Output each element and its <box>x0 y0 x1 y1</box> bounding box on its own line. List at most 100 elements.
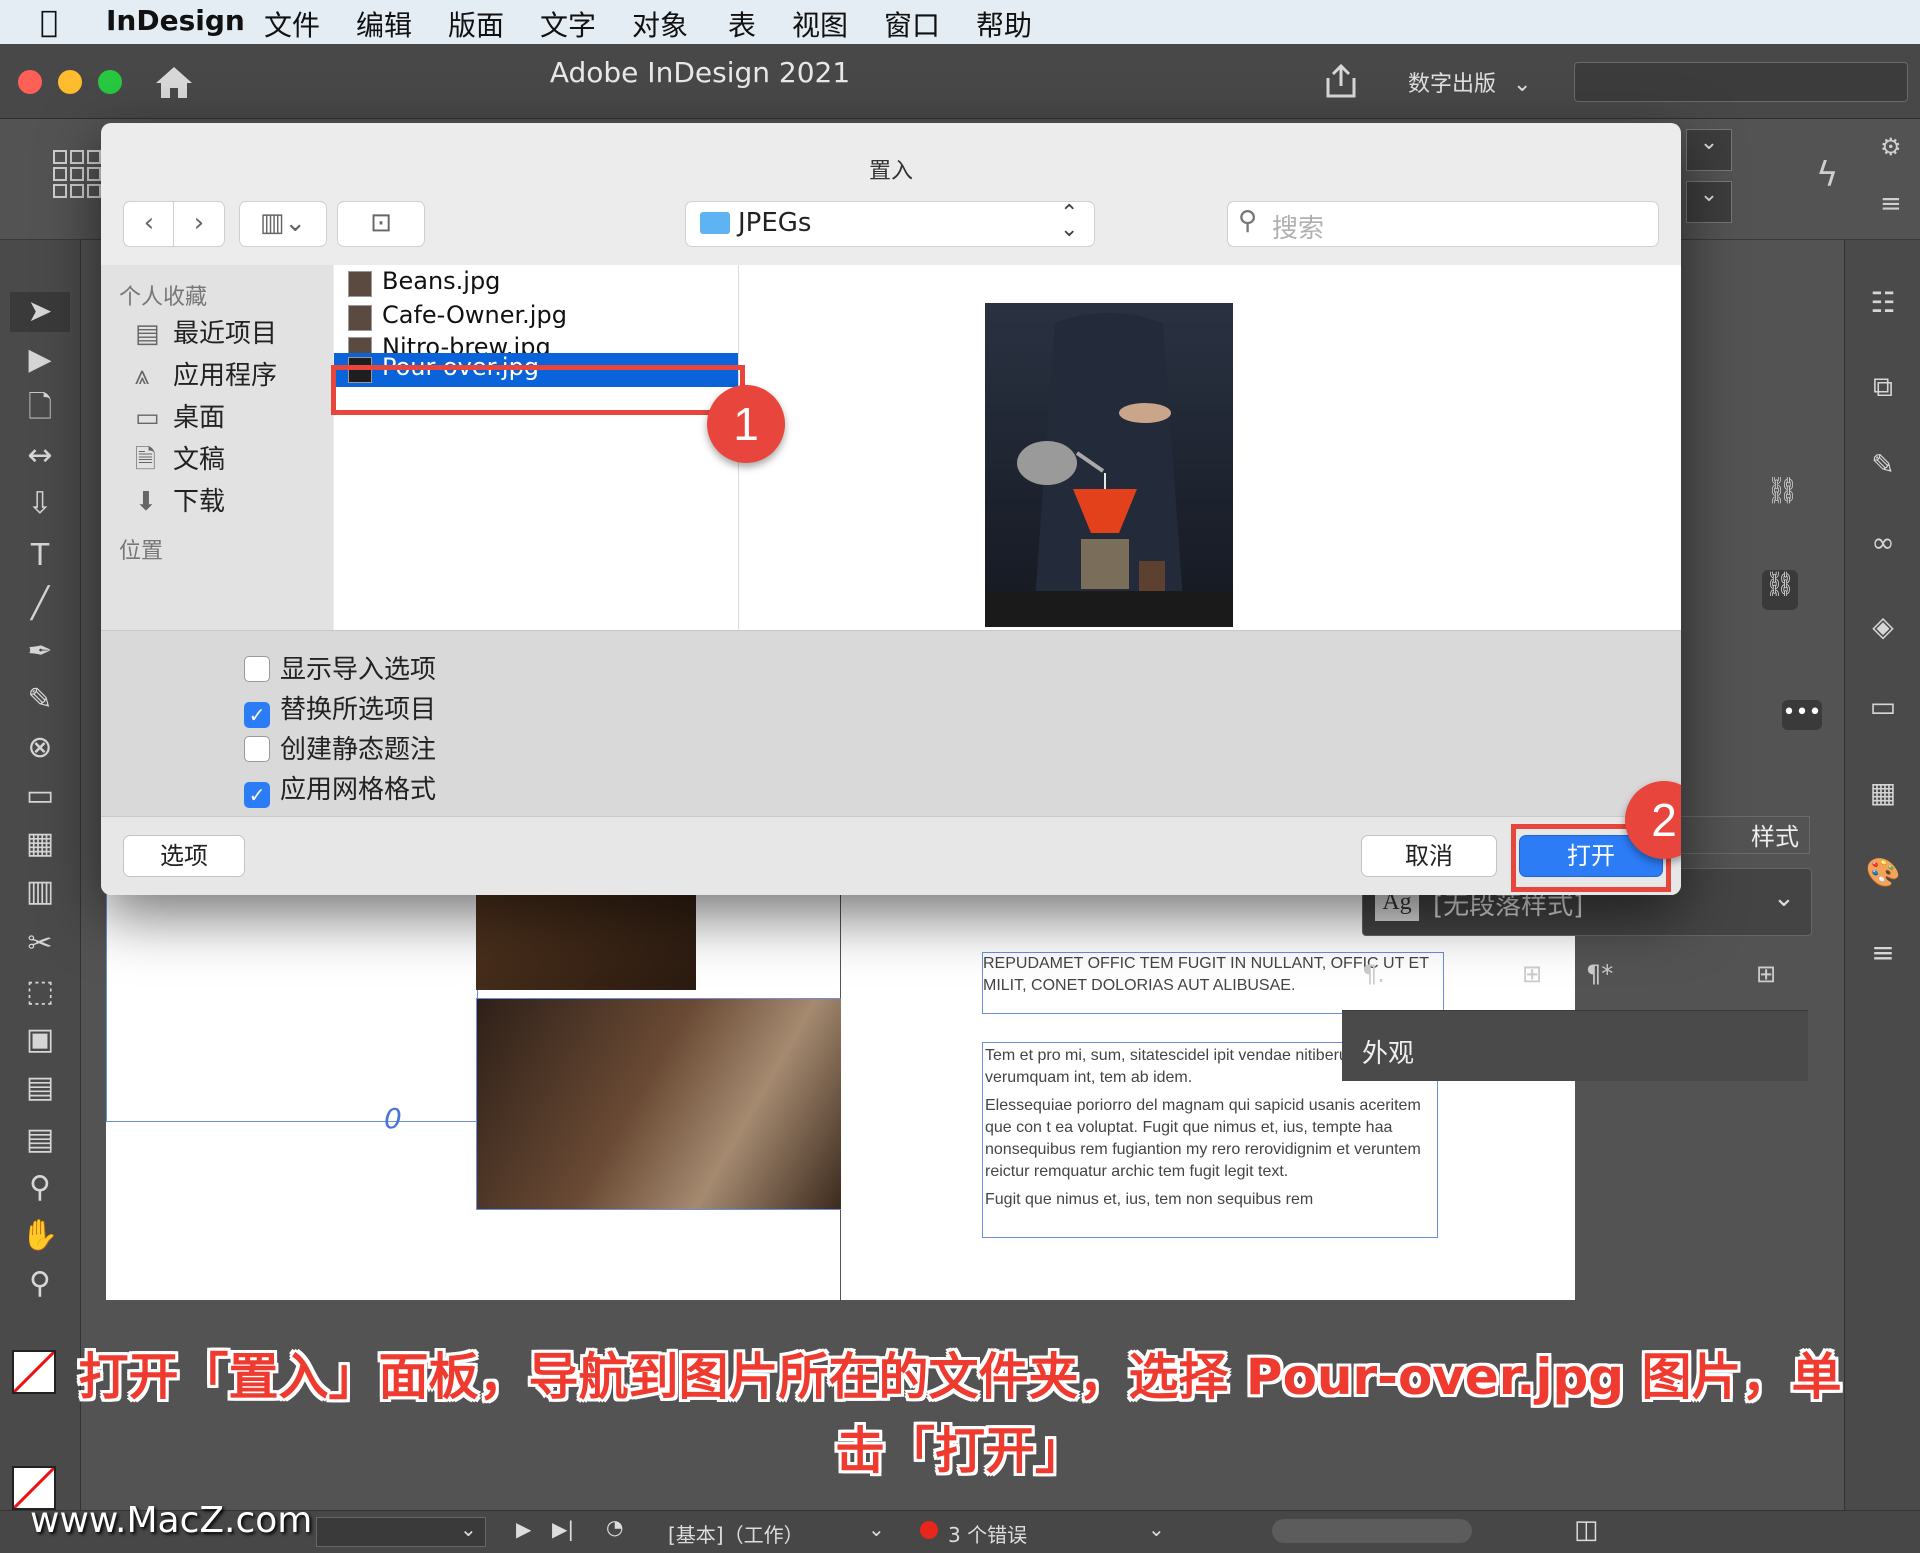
chevron-down-icon[interactable]: ⌄ <box>1148 1517 1165 1541</box>
scissors-tool-icon[interactable]: ✂ <box>10 924 70 964</box>
menu-file[interactable]: 文件 <box>264 4 320 44</box>
sidebar-item-label: 应用程序 <box>173 361 278 391</box>
no-fill-icon <box>12 1350 56 1394</box>
rectangle-tool-icon[interactable]: ▭ <box>10 776 70 816</box>
sidebar-item-applications[interactable]: ⩓ 应用程序 <box>135 355 277 393</box>
gear-icon[interactable]: ⚙ <box>1880 133 1902 161</box>
preflight-profile[interactable]: [基本]（工作） <box>668 1519 804 1548</box>
show-import-options-checkbox[interactable]: 显示导入选项 <box>244 649 436 685</box>
eyedropper-tool-icon[interactable]: ⚲ <box>10 1168 70 1208</box>
properties-icon[interactable]: ☷ <box>1863 286 1903 322</box>
replace-selected-checkbox[interactable]: ✓ 替换所选项目 <box>244 689 436 728</box>
table-tool-icon[interactable]: ▦ <box>10 824 70 864</box>
chevron-down-icon[interactable]: ⌄ <box>868 1517 885 1541</box>
new-folder-button[interactable]: ⊡ <box>337 201 425 247</box>
zoom-tool-icon[interactable]: ⚲ <box>10 1264 70 1304</box>
hand-tool-icon[interactable]: ✋ <box>10 1216 70 1256</box>
pencil-tool-icon[interactable]: ✎ <box>10 680 70 720</box>
menu-object[interactable]: 对象 <box>632 4 688 44</box>
paragraph-styles-icon[interactable]: ≡ <box>1863 936 1903 972</box>
checkbox-checked: ✓ <box>244 782 270 808</box>
note-tool-icon[interactable]: ▤ <box>10 1120 70 1160</box>
gap-tool-icon[interactable]: ↔ <box>10 436 70 476</box>
menu-help[interactable]: 帮助 <box>976 4 1032 44</box>
share-icon[interactable] <box>1322 62 1360 100</box>
menu-layout[interactable]: 版面 <box>448 4 504 44</box>
stroke-icon[interactable]: ▭ <box>1863 690 1903 726</box>
menu-app-name[interactable]: InDesign <box>106 4 245 37</box>
type-tool-icon[interactable]: T <box>10 536 70 576</box>
cancel-button[interactable]: 取消 <box>1361 835 1497 877</box>
lightning-icon[interactable]: ϟ <box>1816 155 1838 195</box>
style-tab[interactable]: 样式 <box>1670 816 1810 854</box>
back-button[interactable]: ‹ <box>123 201 175 247</box>
gradient-feather-tool-icon[interactable]: ▤ <box>10 1068 70 1108</box>
new-style-icon[interactable]: ⊞ <box>1522 960 1542 988</box>
content-collector-icon[interactable]: ⇩ <box>10 484 70 524</box>
menu-type[interactable]: 文字 <box>540 4 596 44</box>
reference-point-icon[interactable] <box>52 149 102 201</box>
error-count[interactable]: 3 个错误 <box>948 1519 1027 1548</box>
constrain-link-icon[interactable]: ⛓ <box>1762 570 1798 610</box>
apple-icon[interactable]:  <box>40 5 58 40</box>
create-static-captions-checkbox[interactable]: 创建静态题注 <box>244 729 436 765</box>
view-mode-button[interactable]: ▥⌄ <box>239 201 327 247</box>
direct-selection-tool-icon[interactable]: ▶ <box>10 340 70 380</box>
page-tool-icon[interactable]: 🗋 <box>10 388 70 428</box>
menu-edit[interactable]: 编辑 <box>356 4 412 44</box>
pages-icon[interactable]: ⧉ <box>1863 370 1903 406</box>
forward-button[interactable]: › <box>173 201 225 247</box>
free-transform-tool-icon[interactable]: ⬚ <box>10 972 70 1012</box>
error-dot <box>920 1521 938 1539</box>
split-view-icon[interactable]: ◫ <box>1574 1515 1599 1545</box>
chevron-down-icon[interactable]: ⌄ <box>460 1517 477 1541</box>
applications-icon: ⩓ <box>135 361 150 391</box>
appearance-header: 外观 <box>1362 1039 1415 1069</box>
add-icon[interactable]: ⊞ <box>1756 960 1776 988</box>
links-icon[interactable]: ∞ <box>1863 526 1903 562</box>
line-tool-icon[interactable]: ╱ <box>10 584 70 624</box>
selection-tool-icon[interactable]: ➤ <box>10 292 70 332</box>
sidebar-item-recents[interactable]: ▤ 最近项目 <box>135 313 277 351</box>
panel-menu-icon[interactable]: ≡ <box>1880 189 1902 219</box>
folder-popup[interactable]: JPEGs ⌃ ⌄ <box>685 201 1095 247</box>
more-options-icon[interactable]: ••• <box>1782 700 1822 730</box>
nitro-image-frame[interactable] <box>476 998 842 1210</box>
swatches-icon[interactable]: ▦ <box>1863 776 1903 812</box>
horizontal-scrollbar[interactable] <box>1272 1519 1472 1543</box>
gradient-swatch-tool-icon[interactable]: ▣ <box>10 1020 70 1060</box>
file-list: Beans.jpg Cafe-Owner.jpg Nitro-brew.jpg … <box>334 265 739 630</box>
cc-libraries-icon[interactable]: ✎ <box>1863 448 1903 484</box>
next-page-icon[interactable]: ▶ <box>516 1517 531 1541</box>
file-row-beans[interactable]: Beans.jpg <box>334 267 738 301</box>
unlink-icon[interactable]: ⛓ <box>1766 476 1799 506</box>
options-button[interactable]: 选项 <box>123 835 245 877</box>
pen-tool-icon[interactable]: ✒ <box>10 632 70 672</box>
workspace-switcher[interactable]: 数字出版 ⌄ <box>1408 66 1531 98</box>
menu-view[interactable]: 视图 <box>792 4 848 44</box>
control-dropdown-2[interactable]: ⌄ <box>1686 181 1732 223</box>
fill-swatch[interactable] <box>12 1350 56 1394</box>
layers-icon[interactable]: ◈ <box>1863 610 1903 646</box>
apply-grid-format-checkbox[interactable]: ✓ 应用网格格式 <box>244 769 436 808</box>
control-dropdown-1[interactable]: ⌄ <box>1686 129 1732 171</box>
sidebar-item-downloads[interactable]: ⬇ 下载 <box>135 481 225 519</box>
file-row-nitro-brew[interactable]: Nitro-brew.jpg <box>334 333 738 355</box>
adobe-stock-search[interactable] <box>1574 62 1908 102</box>
pilcrow-icon[interactable]: ¶. <box>1362 960 1385 988</box>
pour-over-preview-image <box>985 303 1233 627</box>
menu-table[interactable]: 表 <box>728 4 756 44</box>
sidebar-item-desktop[interactable]: ▭ 桌面 <box>135 397 225 435</box>
grid-tool-icon[interactable]: ▥ <box>10 872 70 912</box>
color-icon[interactable]: 🎨 <box>1863 856 1903 892</box>
sidebar-item-documents[interactable]: 🗎 文稿 <box>135 439 225 477</box>
preflight-icon[interactable]: ◔ <box>606 1515 623 1539</box>
file-row-cafe-owner[interactable]: Cafe-Owner.jpg <box>334 301 738 335</box>
locations-header: 位置 <box>119 539 164 564</box>
clear-override-icon[interactable]: ¶* <box>1586 960 1613 988</box>
tutorial-caption: 打开「置入」面板，导航到图片所在的文件夹，选择 Pour-over.jpg 图片… <box>78 1348 1842 1480</box>
search-field[interactable]: ⚲ 搜索 <box>1227 201 1659 247</box>
menu-window[interactable]: 窗口 <box>884 4 940 44</box>
last-page-icon[interactable]: ▶| <box>552 1517 574 1541</box>
rectangle-frame-tool-icon[interactable]: ⊗ <box>10 728 70 768</box>
